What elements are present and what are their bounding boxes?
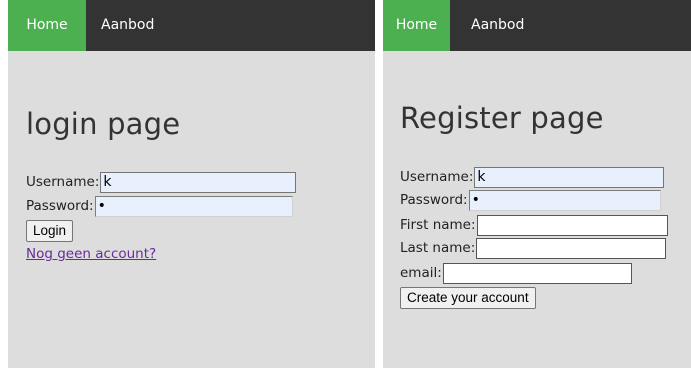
- username-row: Username:: [400, 166, 665, 188]
- username-input[interactable]: [100, 171, 297, 193]
- create-account-button[interactable]: Create your account: [400, 287, 536, 309]
- last-name-label: Last name:: [400, 240, 476, 256]
- login-panel: Home Aanbod login page Username: Passwor…: [8, 0, 375, 368]
- nav-home-link[interactable]: Home: [383, 0, 450, 51]
- password-input[interactable]: [94, 195, 293, 217]
- username-input[interactable]: [474, 166, 665, 188]
- username-label: Username:: [26, 174, 100, 190]
- username-label: Username:: [400, 169, 474, 185]
- email-label: email:: [400, 265, 442, 281]
- page-title: Register page: [400, 101, 604, 135]
- navbar: Home Aanbod: [383, 0, 691, 51]
- last-name-input[interactable]: [476, 237, 667, 259]
- email-row: email:: [400, 262, 632, 284]
- login-button[interactable]: Login: [26, 220, 74, 242]
- last-name-row: Last name:: [400, 237, 667, 259]
- nav-aanbod-link[interactable]: Aanbod: [101, 0, 154, 51]
- email-input[interactable]: [442, 262, 632, 284]
- navbar: Home Aanbod: [8, 0, 375, 51]
- nav-aanbod-link[interactable]: Aanbod: [471, 0, 524, 51]
- first-name-label: First name:: [400, 217, 476, 233]
- password-label: Password:: [26, 198, 94, 214]
- username-row: Username:: [26, 171, 297, 193]
- first-name-input[interactable]: [476, 214, 668, 236]
- password-input[interactable]: [468, 189, 661, 211]
- first-name-row: First name:: [400, 214, 668, 236]
- password-row: Password:: [26, 195, 293, 217]
- password-row: Password:: [400, 189, 661, 211]
- register-link[interactable]: Nog geen account?: [26, 246, 156, 262]
- password-label: Password:: [400, 192, 468, 208]
- nav-home-link[interactable]: Home: [8, 0, 86, 51]
- register-panel: Home Aanbod Register page Username: Pass…: [383, 0, 691, 368]
- page-title: login page: [26, 107, 181, 141]
